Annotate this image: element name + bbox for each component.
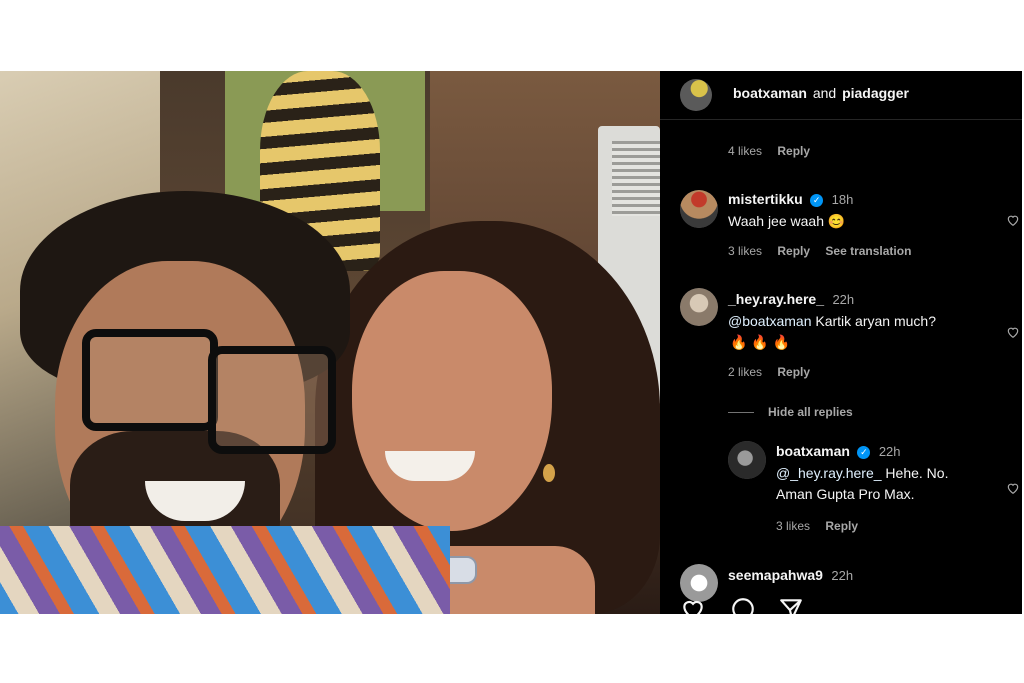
comment-text-line: @boatxaman Kartik aryan much? <box>728 313 936 329</box>
see-translation-button[interactable]: See translation <box>825 244 911 258</box>
post-header-title: boatxaman and piadagger <box>733 85 909 101</box>
comment-username-line: _hey.ray.here_ 22h <box>728 291 854 309</box>
comment-meta: 2 likes Reply <box>728 365 822 379</box>
reply-button[interactable]: Reply <box>777 144 810 158</box>
reply-button[interactable]: Reply <box>777 244 810 258</box>
post-action-bar <box>660 596 1022 614</box>
reply-like-icon[interactable] <box>1006 481 1020 495</box>
commenter-avatar[interactable] <box>680 288 718 326</box>
likes-count[interactable]: 2 likes <box>728 365 762 379</box>
commenter-username[interactable]: mistertikku <box>728 191 803 207</box>
replier-username[interactable]: boatxaman <box>776 443 850 459</box>
reply-text-line-2: Aman Gupta Pro Max. <box>776 486 915 502</box>
comment-item: seemapahwa9 22h <box>660 561 1022 602</box>
replier-avatar[interactable] <box>728 441 766 479</box>
photo-glasses-left <box>82 329 218 431</box>
comment-time[interactable]: 18h <box>832 192 854 207</box>
comment-meta: 3 likes Reply See translation <box>728 244 923 258</box>
reply-mention[interactable]: @_hey.ray.here_ <box>776 465 882 481</box>
author-connector: and <box>812 85 837 101</box>
photo-earring <box>543 464 555 482</box>
send-icon[interactable] <box>778 596 804 614</box>
comment-time[interactable]: 22h <box>831 568 853 583</box>
comment-item: _hey.ray.here_ 22h @boatxaman Kartik ary… <box>660 285 1022 400</box>
verified-badge-icon: ✓ <box>857 446 871 459</box>
author-avatar[interactable] <box>680 79 712 111</box>
comment-like-icon[interactable] <box>1006 213 1020 227</box>
commenter-avatar[interactable] <box>680 190 718 228</box>
photo-woman-face <box>352 271 552 531</box>
replies-divider-line <box>728 412 754 413</box>
coauthor-username[interactable]: piadagger <box>842 85 909 101</box>
reply-item: boatxaman ✓ 22h @_hey.ray.here_ Hehe. No… <box>660 437 1022 537</box>
likes-count[interactable]: 3 likes <box>776 519 810 533</box>
verified-badge-icon: ✓ <box>810 194 824 207</box>
likes-count[interactable]: 4 likes <box>728 144 762 158</box>
comment-item: mistertikku ✓ 18h Waah jee waah 😊 3 like… <box>660 185 1022 265</box>
reply-button[interactable]: Reply <box>777 365 810 379</box>
post-header: boatxaman and piadagger <box>660 71 1022 120</box>
photo-shirt <box>0 526 450 614</box>
comment-like-icon[interactable] <box>1006 325 1020 339</box>
comment-emoji-line: 🔥 🔥 🔥 <box>730 334 791 350</box>
prev-comment-meta: 4 likes Reply <box>728 144 822 158</box>
photo-glasses-right <box>208 346 336 454</box>
reply-time[interactable]: 22h <box>879 444 901 459</box>
reply-button[interactable]: Reply <box>825 519 858 533</box>
reply-text: Hehe. No. <box>885 465 949 481</box>
comment-time[interactable]: 22h <box>832 292 854 307</box>
comment-icon[interactable] <box>730 596 756 614</box>
reply-text-line: @_hey.ray.here_ Hehe. No. <box>776 465 948 481</box>
post-photo[interactable] <box>0 71 660 614</box>
hide-replies-button[interactable]: Hide all replies <box>768 405 853 419</box>
likes-count[interactable]: 3 likes <box>728 244 762 258</box>
reply-username-line: boatxaman ✓ 22h <box>776 443 901 461</box>
commenter-username[interactable]: seemapahwa9 <box>728 567 823 583</box>
comment-mention[interactable]: @boatxaman <box>728 313 811 329</box>
commenter-username[interactable]: _hey.ray.here_ <box>728 291 824 307</box>
author-username[interactable]: boatxaman <box>733 85 807 101</box>
comment-username-line: mistertikku ✓ 18h <box>728 191 853 209</box>
photo-ac-vent <box>612 141 660 216</box>
heart-icon[interactable] <box>680 596 706 614</box>
comments-panel: boatxaman and piadagger 4 likes Reply mi… <box>660 71 1022 614</box>
reply-meta: 3 likes Reply <box>776 519 870 533</box>
comment-text: Kartik aryan much? <box>815 313 936 329</box>
comment-text: Waah jee waah 😊 <box>728 213 846 229</box>
post-viewer: boatxaman and piadagger 4 likes Reply mi… <box>0 71 1022 614</box>
comment-username-line: seemapahwa9 22h <box>728 567 853 585</box>
